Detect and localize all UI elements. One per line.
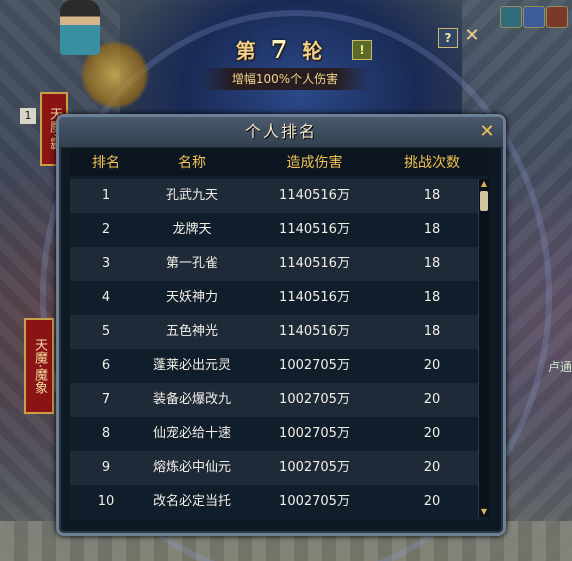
cell-rank: 1: [101, 188, 111, 203]
cell-rank: 8: [101, 426, 111, 441]
round-title: 第 7 轮: [226, 30, 336, 70]
scrollbar[interactable]: ▲ ▼: [478, 179, 489, 517]
cell-rank: 7: [101, 392, 111, 407]
cell-name: 龙牌天: [172, 222, 212, 237]
table-row[interactable]: 7 装备必爆改九 1002705万 20: [70, 383, 478, 417]
cell-count: 20: [423, 494, 441, 509]
table-row[interactable]: 1 孔武九天 1140516万 18: [70, 179, 478, 213]
cell-damage: 1140516万: [279, 222, 350, 237]
cell-damage: 1140516万: [279, 188, 350, 203]
player-character[interactable]: [60, 0, 100, 55]
help-question-button[interactable]: ?: [438, 28, 458, 48]
hud-skill-icon[interactable]: [500, 6, 522, 28]
ranking-panel: 个人排名 ✕ 排名 名称 造成伤害 挑战次数 1 孔武九天 1140516万 1…: [56, 114, 506, 536]
round-number: 7: [270, 35, 292, 64]
cell-count: 20: [423, 426, 441, 441]
cell-name: 蓬莱必出元灵: [152, 358, 231, 373]
cell-count: 18: [423, 188, 441, 203]
cell-damage: 1140516万: [279, 290, 350, 305]
cell-damage: 1002705万: [279, 358, 350, 373]
ranking-table: 排名 名称 造成伤害 挑战次数 1 孔武九天 1140516万 18 2 龙牌天…: [70, 150, 489, 520]
cell-count: 18: [423, 222, 441, 237]
table-row[interactable]: 3 第一孔雀 1140516万 18: [70, 247, 478, 281]
header-damage: 造成伤害: [286, 155, 343, 171]
cell-rank: 5: [101, 324, 111, 339]
cell-damage: 1002705万: [279, 426, 350, 441]
cell-name: 仙宠必给十速: [152, 426, 231, 441]
info-button[interactable]: !: [352, 40, 372, 60]
cell-damage: 1002705万: [279, 392, 350, 407]
cell-count: 18: [423, 324, 441, 339]
hud-map-icon[interactable]: [523, 6, 545, 28]
table-row[interactable]: 6 蓬莱必出元灵 1002705万 20: [70, 349, 478, 383]
cell-name: 第一孔雀: [165, 256, 218, 271]
cell-name: 改名必定当托: [152, 494, 231, 509]
cell-rank: 3: [101, 256, 111, 271]
cell-count: 20: [423, 460, 441, 475]
panel-title: 个人排名: [244, 122, 317, 141]
round-prefix: 第: [235, 39, 260, 63]
cell-rank: 9: [101, 460, 111, 475]
close-event-icon[interactable]: ✕: [462, 26, 482, 46]
cell-damage: 1140516万: [279, 324, 350, 339]
cell-name: 熔炼必中仙元: [152, 460, 231, 475]
right-side-label: 卢通: [548, 360, 572, 374]
cell-count: 20: [423, 358, 441, 373]
table-row[interactable]: 4 天妖神力 1140516万 18: [70, 281, 478, 315]
round-suffix: 轮: [302, 39, 327, 63]
cell-name: 孔武九天: [165, 188, 218, 203]
cell-count: 18: [423, 256, 441, 271]
header-rank: 排名: [92, 155, 120, 171]
table-row[interactable]: 10 改名必定当托 1002705万 20: [70, 485, 478, 519]
hud-bag-icon[interactable]: [546, 6, 568, 28]
side-counter: 1: [20, 108, 36, 124]
cell-damage: 1002705万: [279, 494, 350, 509]
boss-banner: 天魔·魔象: [24, 318, 54, 414]
header-count: 挑战次数: [404, 155, 460, 171]
table-body[interactable]: 1 孔武九天 1140516万 18 2 龙牌天 1140516万 18 3 第…: [70, 179, 478, 519]
cell-rank: 6: [101, 358, 111, 373]
cell-damage: 1002705万: [279, 460, 350, 475]
panel-header[interactable]: 个人排名 ✕: [59, 117, 503, 148]
header-name: 名称: [178, 155, 206, 171]
table-row[interactable]: 9 熔炼必中仙元 1002705万 20: [70, 451, 478, 485]
cell-rank: 2: [101, 222, 111, 237]
cell-count: 20: [423, 392, 441, 407]
table-row[interactable]: 5 五色神光 1140516万 18: [70, 315, 478, 349]
scroll-up-icon[interactable]: ▲: [479, 179, 489, 189]
panel-close-icon[interactable]: ✕: [477, 122, 497, 142]
cell-rank: 10: [97, 494, 115, 509]
scroll-thumb[interactable]: [480, 191, 488, 211]
table-header: 排名 名称 造成伤害 挑战次数: [70, 150, 488, 176]
cell-rank: 4: [101, 290, 111, 305]
cell-name: 天妖神力: [165, 290, 218, 305]
cell-count: 18: [423, 290, 441, 305]
cell-damage: 1140516万: [279, 256, 350, 271]
table-row[interactable]: 8 仙宠必给十速 1002705万 20: [70, 417, 478, 451]
scroll-down-icon[interactable]: ▼: [479, 507, 489, 517]
cell-name: 五色神光: [165, 324, 218, 339]
table-row[interactable]: 2 龙牌天 1140516万 18: [70, 213, 478, 247]
round-bonus-text: 增幅100%个人伤害: [200, 68, 370, 90]
cell-name: 装备必爆改九: [152, 392, 231, 407]
